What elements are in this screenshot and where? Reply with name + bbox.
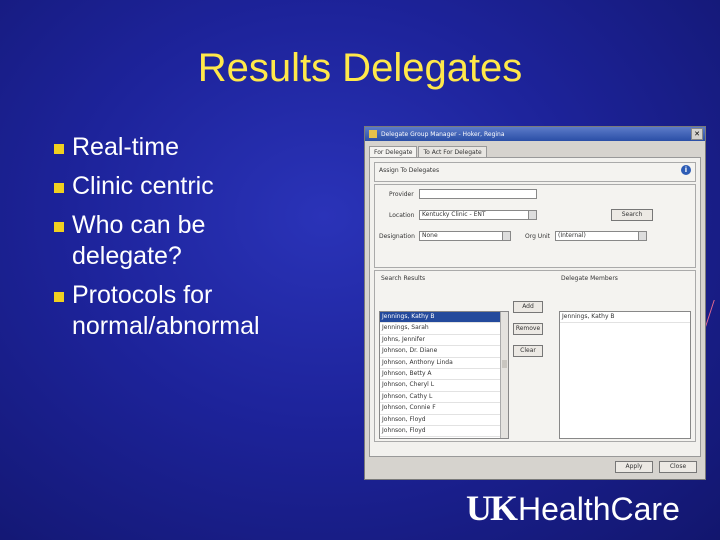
search-results-list[interactable]: Jennings, Kathy B Jennings, Sarah Johns,… — [379, 311, 509, 439]
list-item[interactable]: Jennings, Sarah — [380, 323, 508, 335]
bullet-continuation: normal/abnormal — [72, 312, 260, 340]
search-results-label: Search Results — [381, 275, 426, 282]
org-unit-label: Org Unit — [525, 233, 551, 240]
list-item[interactable]: Johnson, Cathy L — [380, 392, 508, 404]
list-item[interactable]: Jennings, Kathy B — [560, 312, 690, 324]
section-header-bar: Assign To Delegates i — [374, 162, 696, 182]
tab-panel: Assign To Delegates i Provider Location … — [369, 157, 701, 457]
bullet-continuation: delegate? — [72, 242, 182, 270]
designation-select[interactable]: None — [419, 231, 511, 241]
window-titlebar: Delegate Group Manager - Hoker, Regina ✕ — [365, 127, 705, 141]
list-item[interactable]: Johnson, Anthony Linda — [380, 358, 508, 369]
bullet-item: Protocols for — [54, 280, 302, 311]
search-criteria-group: Provider Location Kentucky Clinic - ENT … — [374, 184, 696, 268]
location-label: Location — [389, 212, 415, 219]
section-header: Assign To Delegates — [379, 167, 440, 174]
delegate-members-list[interactable]: Jennings, Kathy B — [559, 311, 691, 439]
delegate-manager-window: Delegate Group Manager - Hoker, Regina ✕… — [364, 126, 706, 480]
list-scrollbar[interactable] — [500, 312, 508, 438]
list-item[interactable]: Johnson, Cheryl L — [380, 380, 508, 392]
slide-title: Results Delegates — [197, 46, 523, 90]
list-item[interactable]: Johnson, Floyd — [380, 426, 508, 438]
add-button[interactable]: Add — [513, 301, 543, 313]
bullet-square-icon — [54, 222, 64, 232]
chevron-down-icon — [638, 232, 646, 240]
search-button[interactable]: Search — [611, 209, 653, 221]
window-title: Delegate Group Manager - Hoker, Regina — [381, 130, 505, 138]
bullet-item: Who can be — [54, 210, 302, 241]
bullet-square-icon — [54, 144, 64, 154]
apply-button[interactable]: Apply — [615, 461, 653, 473]
delegate-members-label: Delegate Members — [561, 275, 618, 282]
bullet-square-icon — [54, 292, 64, 302]
list-item[interactable]: Johns, Jennifer — [380, 335, 508, 347]
list-item[interactable]: Johnson, Dr. Diane — [380, 346, 508, 358]
chevron-down-icon — [502, 232, 510, 240]
bullet-square-icon — [54, 183, 64, 193]
bullet-list: Real-time Clinic centric Who can be dele… — [54, 132, 302, 350]
bullet-item: Clinic centric — [54, 171, 302, 202]
provider-label: Provider — [389, 191, 414, 198]
list-item[interactable]: Jennings, Kathy B — [380, 312, 508, 324]
designation-label: Designation — [379, 233, 415, 240]
scrollbar-thumb[interactable] — [502, 360, 507, 368]
provider-input[interactable] — [419, 189, 537, 199]
remove-button[interactable]: Remove — [513, 323, 543, 335]
clear-button[interactable]: Clear — [513, 345, 543, 357]
chevron-down-icon — [528, 211, 536, 219]
list-item[interactable]: Johnson, Betty A — [380, 369, 508, 381]
org-unit-select[interactable]: (Internal) — [555, 231, 647, 241]
bullet-item: Real-time — [54, 132, 302, 163]
location-select[interactable]: Kentucky Clinic - ENT — [419, 210, 537, 220]
uk-healthcare-logo: UK HealthCare — [466, 488, 680, 528]
close-icon[interactable]: ✕ — [691, 128, 703, 140]
list-item[interactable]: Johnson, Connie F — [380, 403, 508, 415]
close-button[interactable]: Close — [659, 461, 697, 473]
results-group: Search Results Delegate Members Jennings… — [374, 270, 696, 442]
list-item[interactable]: Johnson, Floyd — [380, 415, 508, 426]
info-icon[interactable]: i — [681, 165, 691, 175]
app-icon — [369, 130, 377, 138]
